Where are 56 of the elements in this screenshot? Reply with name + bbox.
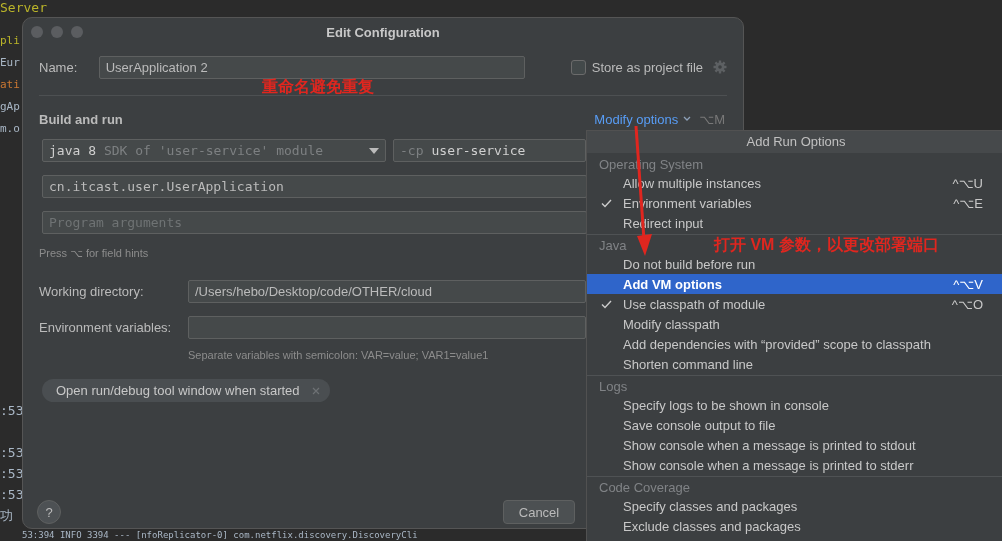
modify-options-link[interactable]: Modify options: [594, 111, 679, 127]
menu-item[interactable]: Exclude classes and packages: [587, 516, 1002, 536]
checkbox-label: Store as project file: [591, 59, 703, 75]
menu-item[interactable]: Specify classes and packages: [587, 496, 1002, 516]
working-directory-field[interactable]: /Users/hebo/Desktop/code/OTHER/cloud: [188, 280, 586, 303]
log-line: 功: [0, 507, 13, 525]
menu-item[interactable]: Save console output to file: [587, 415, 1002, 435]
annotation-text: 打开 VM 参数，以更改部署端口: [714, 236, 939, 254]
field-hint: Separate variables with semicolon: VAR=value; VAR1=value1: [188, 349, 489, 361]
menu-item[interactable]: Add dependencies with “provided” scope to classpath: [587, 334, 1002, 354]
field-label: Working directory:: [39, 284, 145, 299]
section-title: Build and run: [39, 111, 124, 127]
group-header: Code Coverage: [599, 481, 691, 495]
menu-item[interactable]: Specify logs to be shown in console: [587, 395, 1002, 415]
close-icon[interactable]: [311, 386, 320, 395]
code-line: Eur: [0, 55, 20, 71]
code-line: Server: [0, 0, 47, 17]
field-label: Environment variables:: [39, 320, 173, 335]
menu-item[interactable]: Modify classpath: [587, 314, 1002, 334]
help-button[interactable]: ?: [37, 500, 61, 524]
cancel-button[interactable]: Cancel: [503, 500, 575, 524]
log-line: :53: [0, 444, 24, 462]
shortcut-label: ⌥M: [699, 111, 725, 127]
main-class-field[interactable]: cn.itcast.user.UserApplication: [42, 175, 587, 198]
window-title: Edit Configuration: [326, 24, 440, 40]
jre-dropdown[interactable]: java 8 SDK of 'user-service' module: [42, 139, 386, 162]
window-control-icon[interactable]: [51, 26, 63, 38]
window-control-icon[interactable]: [31, 26, 43, 38]
menu-item[interactable]: Shorten command line: [587, 354, 1002, 374]
log-line: :53: [0, 402, 24, 420]
group-header: Java: [599, 239, 627, 253]
log-line: :53: [0, 486, 24, 504]
window-control-icon[interactable]: [71, 26, 83, 38]
menu-item[interactable]: Show console when a message is printed to stderr: [587, 455, 1002, 475]
code-line: gAp: [0, 99, 20, 115]
log-line: 53:394 INFO 3394 --- [nfoReplicator-0] com.netflix.discovery.DiscoveryCli: [22, 530, 418, 540]
classpath-field[interactable]: -cp user-service: [393, 139, 586, 162]
code-line: pli: [0, 33, 20, 49]
dropdown-arrow-icon: [369, 148, 379, 154]
field-label: Name:: [39, 59, 79, 75]
name-field[interactable]: UserApplication 2: [98, 55, 525, 79]
annotation-text: 重命名避免重复: [262, 77, 374, 97]
menu-item[interactable]: Add VM options ^⌥V: [587, 274, 1002, 294]
popup-title: Add Run Options: [587, 131, 1002, 153]
option-chip[interactable]: Open run/debug tool window when started: [42, 379, 330, 402]
chevron-down-icon: [683, 116, 692, 122]
log-line: :53: [0, 465, 24, 483]
field-hint: Press ⌥ for field hints: [39, 247, 149, 260]
code-line: ati: [0, 77, 20, 93]
code-line: m.o: [0, 121, 20, 137]
gear-icon[interactable]: [713, 60, 727, 74]
menu-item[interactable]: Use classpath of module ^⌥O: [587, 294, 1002, 314]
menu-item[interactable]: Do not build before run: [587, 254, 1002, 274]
checkbox[interactable]: [570, 59, 586, 75]
menu-item[interactable]: Show console when a message is printed to stdout: [587, 435, 1002, 455]
group-header: Logs: [599, 380, 628, 394]
